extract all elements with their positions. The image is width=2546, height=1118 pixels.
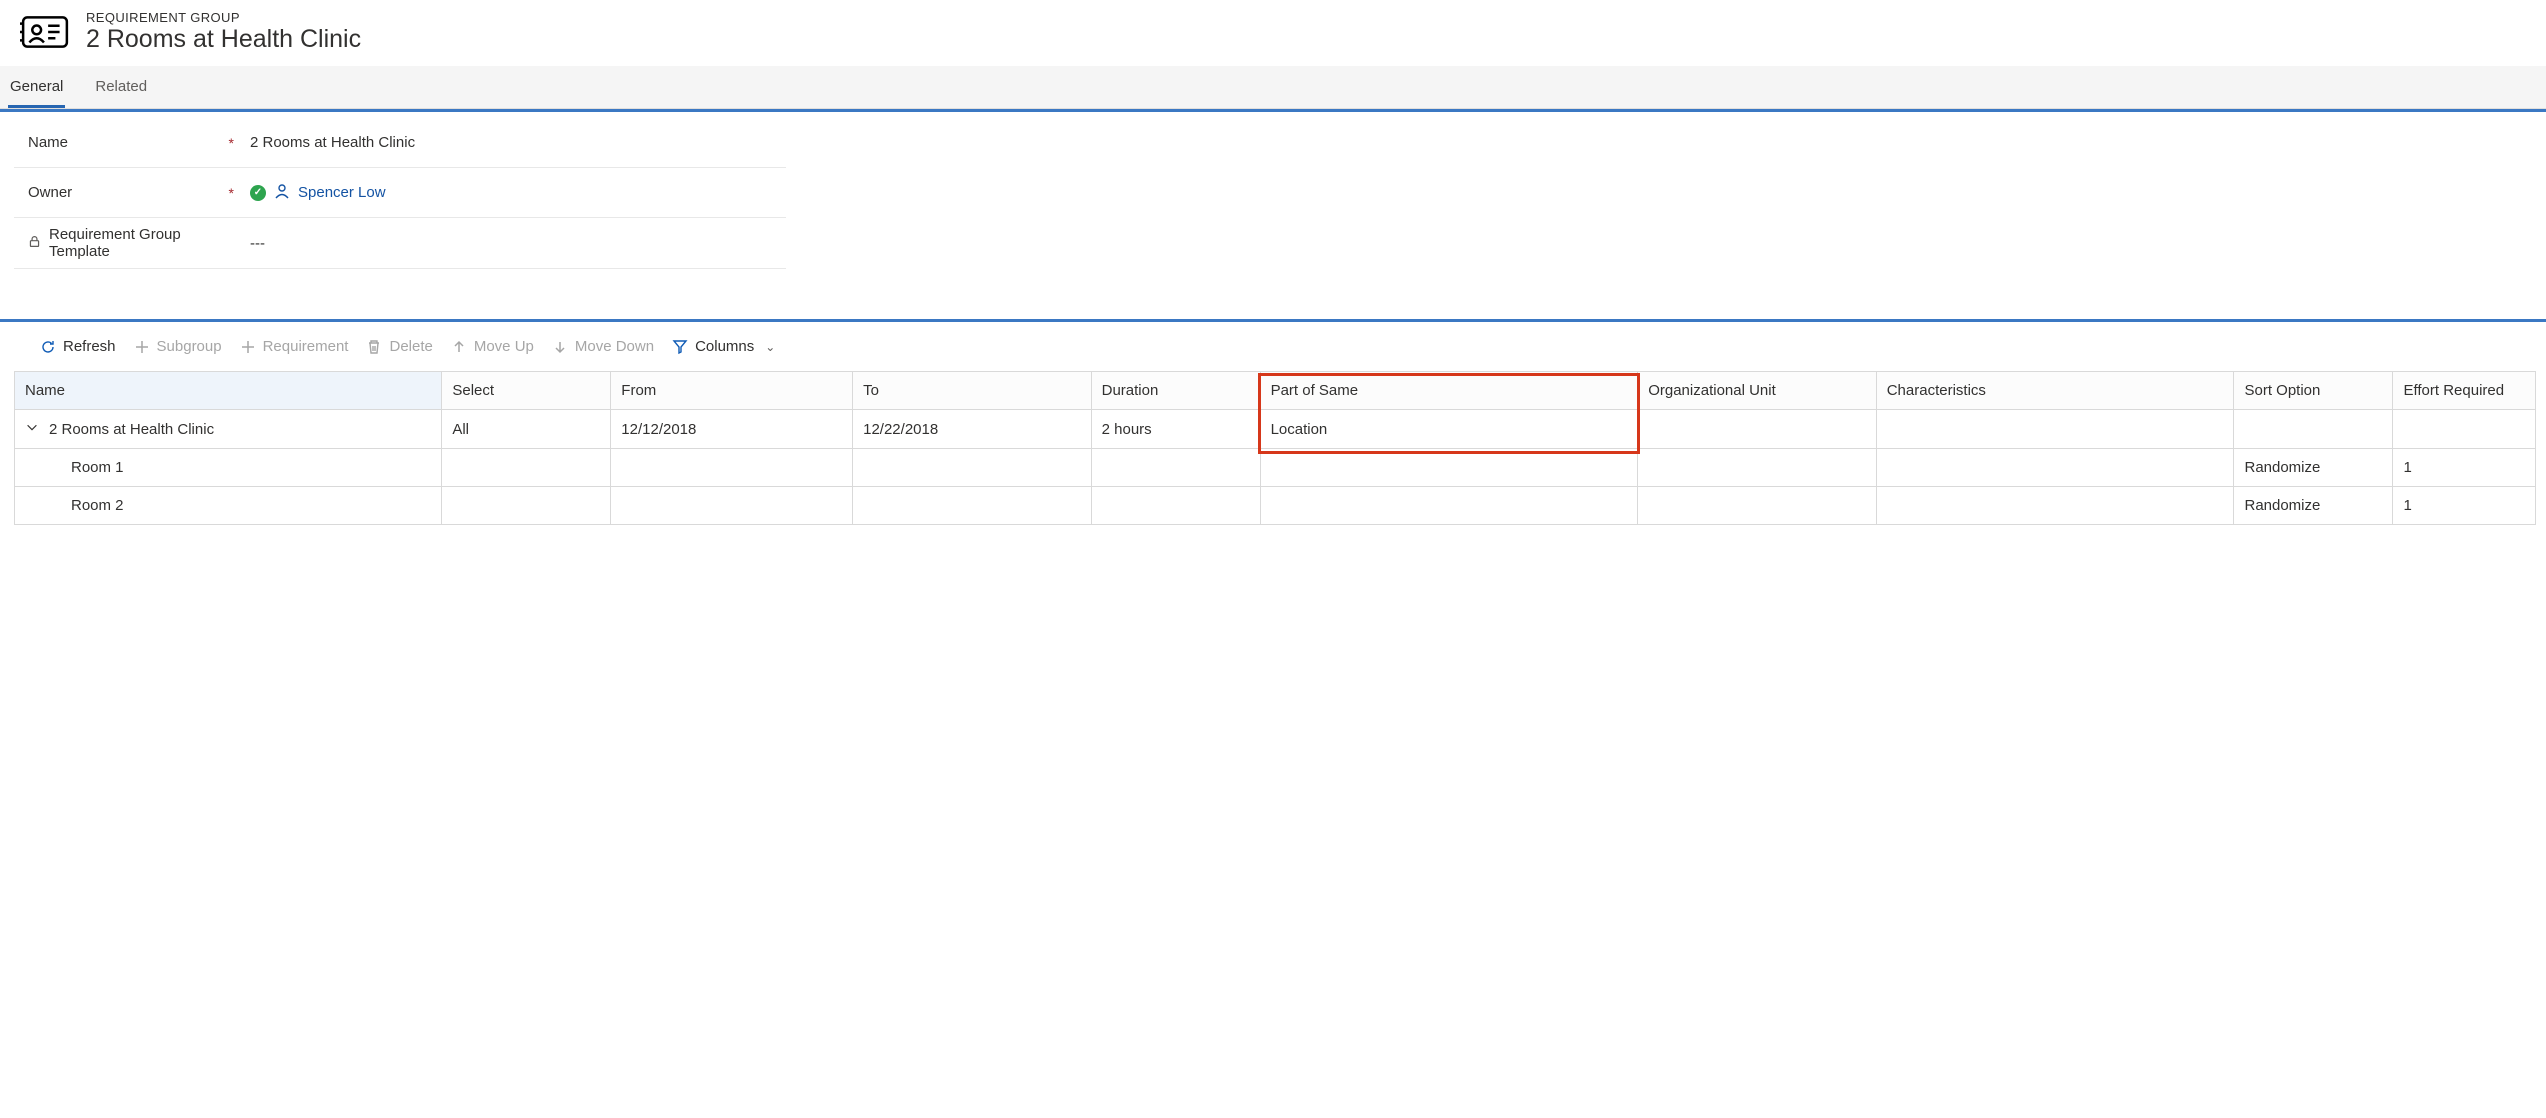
refresh-button[interactable]: Refresh: [40, 338, 116, 355]
tab-general[interactable]: General: [8, 66, 65, 108]
cell-part-of-same[interactable]: Location: [1260, 410, 1638, 449]
field-template-value: ---: [234, 235, 786, 252]
field-name-value[interactable]: 2 Rooms at Health Clinic: [234, 134, 786, 151]
page-title: 2 Rooms at Health Clinic: [86, 25, 361, 54]
cell-org[interactable]: [1638, 487, 1877, 525]
move-down-button[interactable]: Move Down: [552, 338, 654, 355]
cell-to[interactable]: [853, 449, 1092, 487]
table-row[interactable]: Room 1 Randomize 1: [15, 449, 2536, 487]
verified-icon: ✓: [250, 185, 266, 201]
owner-link[interactable]: Spencer Low: [298, 184, 386, 201]
cell-name: 2 Rooms at Health Clinic: [49, 421, 214, 438]
columns-button[interactable]: Columns ⌄: [672, 338, 775, 355]
table-header-row: Name Select From To Duration Part of Sam…: [15, 372, 2536, 410]
grid-section: Refresh Subgroup Requirement Delete Move…: [0, 319, 2546, 537]
cell-org[interactable]: [1638, 410, 1877, 449]
field-owner[interactable]: Owner * ✓ Spencer Low: [14, 168, 786, 218]
field-name-label: Name: [28, 134, 68, 151]
cell-select[interactable]: [442, 487, 611, 525]
form-section: Name * 2 Rooms at Health Clinic Owner * …: [0, 109, 2546, 297]
record-type-icon: [20, 10, 70, 54]
record-type-label: REQUIREMENT GROUP: [86, 10, 361, 25]
cell-char[interactable]: [1876, 487, 2234, 525]
cell-sort[interactable]: [2234, 410, 2393, 449]
cell-char[interactable]: [1876, 410, 2234, 449]
delete-button[interactable]: Delete: [366, 338, 432, 355]
grid-toolbar: Refresh Subgroup Requirement Delete Move…: [0, 322, 2546, 371]
field-template: Requirement Group Template ---: [14, 218, 786, 269]
cell-select[interactable]: [442, 449, 611, 487]
col-from[interactable]: From: [611, 372, 853, 410]
cell-sort[interactable]: Randomize: [2234, 449, 2393, 487]
cell-to[interactable]: [853, 487, 1092, 525]
cell-sort[interactable]: Randomize: [2234, 487, 2393, 525]
field-owner-label: Owner: [28, 184, 72, 201]
required-marker: *: [222, 185, 234, 201]
col-sort-option[interactable]: Sort Option: [2234, 372, 2393, 410]
chevron-down-icon: ⌄: [765, 340, 775, 354]
col-part-of-same[interactable]: Part of Same: [1260, 372, 1638, 410]
cell-name[interactable]: Room 1: [15, 449, 442, 487]
requirement-button[interactable]: Requirement: [240, 338, 349, 355]
col-effort-required[interactable]: Effort Required: [2393, 372, 2536, 410]
col-select[interactable]: Select: [442, 372, 611, 410]
cell-duration[interactable]: [1091, 449, 1260, 487]
subgroup-button[interactable]: Subgroup: [134, 338, 222, 355]
cell-duration[interactable]: 2 hours: [1091, 410, 1260, 449]
move-up-button[interactable]: Move Up: [451, 338, 534, 355]
cell-org[interactable]: [1638, 449, 1877, 487]
cell-from[interactable]: [611, 449, 853, 487]
cell-duration[interactable]: [1091, 487, 1260, 525]
field-name[interactable]: Name * 2 Rooms at Health Clinic: [14, 118, 786, 168]
cell-part-of-same[interactable]: [1260, 449, 1638, 487]
cell-char[interactable]: [1876, 449, 2234, 487]
col-organizational-unit[interactable]: Organizational Unit: [1638, 372, 1877, 410]
table-row[interactable]: 2 Rooms at Health Clinic All 12/12/2018 …: [15, 410, 2536, 449]
cell-select[interactable]: All: [442, 410, 611, 449]
col-duration[interactable]: Duration: [1091, 372, 1260, 410]
table-row[interactable]: Room 2 Randomize 1: [15, 487, 2536, 525]
lock-icon: [28, 235, 41, 251]
col-characteristics[interactable]: Characteristics: [1876, 372, 2234, 410]
person-icon: [274, 183, 290, 203]
cell-effort[interactable]: [2393, 410, 2536, 449]
cell-to[interactable]: 12/22/2018: [853, 410, 1092, 449]
cell-effort[interactable]: 1: [2393, 487, 2536, 525]
chevron-down-icon[interactable]: [25, 420, 39, 438]
requirements-table: Name Select From To Duration Part of Sam…: [14, 371, 2536, 525]
col-name[interactable]: Name: [15, 372, 442, 410]
col-to[interactable]: To: [853, 372, 1092, 410]
cell-from[interactable]: 12/12/2018: [611, 410, 853, 449]
cell-effort[interactable]: 1: [2393, 449, 2536, 487]
cell-name[interactable]: Room 2: [15, 487, 442, 525]
cell-part-of-same[interactable]: [1260, 487, 1638, 525]
tab-related[interactable]: Related: [93, 66, 149, 108]
required-marker: *: [222, 135, 234, 151]
field-template-label: Requirement Group Template: [49, 226, 209, 260]
tab-bar: General Related: [0, 66, 2546, 109]
page-header: REQUIREMENT GROUP 2 Rooms at Health Clin…: [0, 0, 2546, 66]
cell-from[interactable]: [611, 487, 853, 525]
